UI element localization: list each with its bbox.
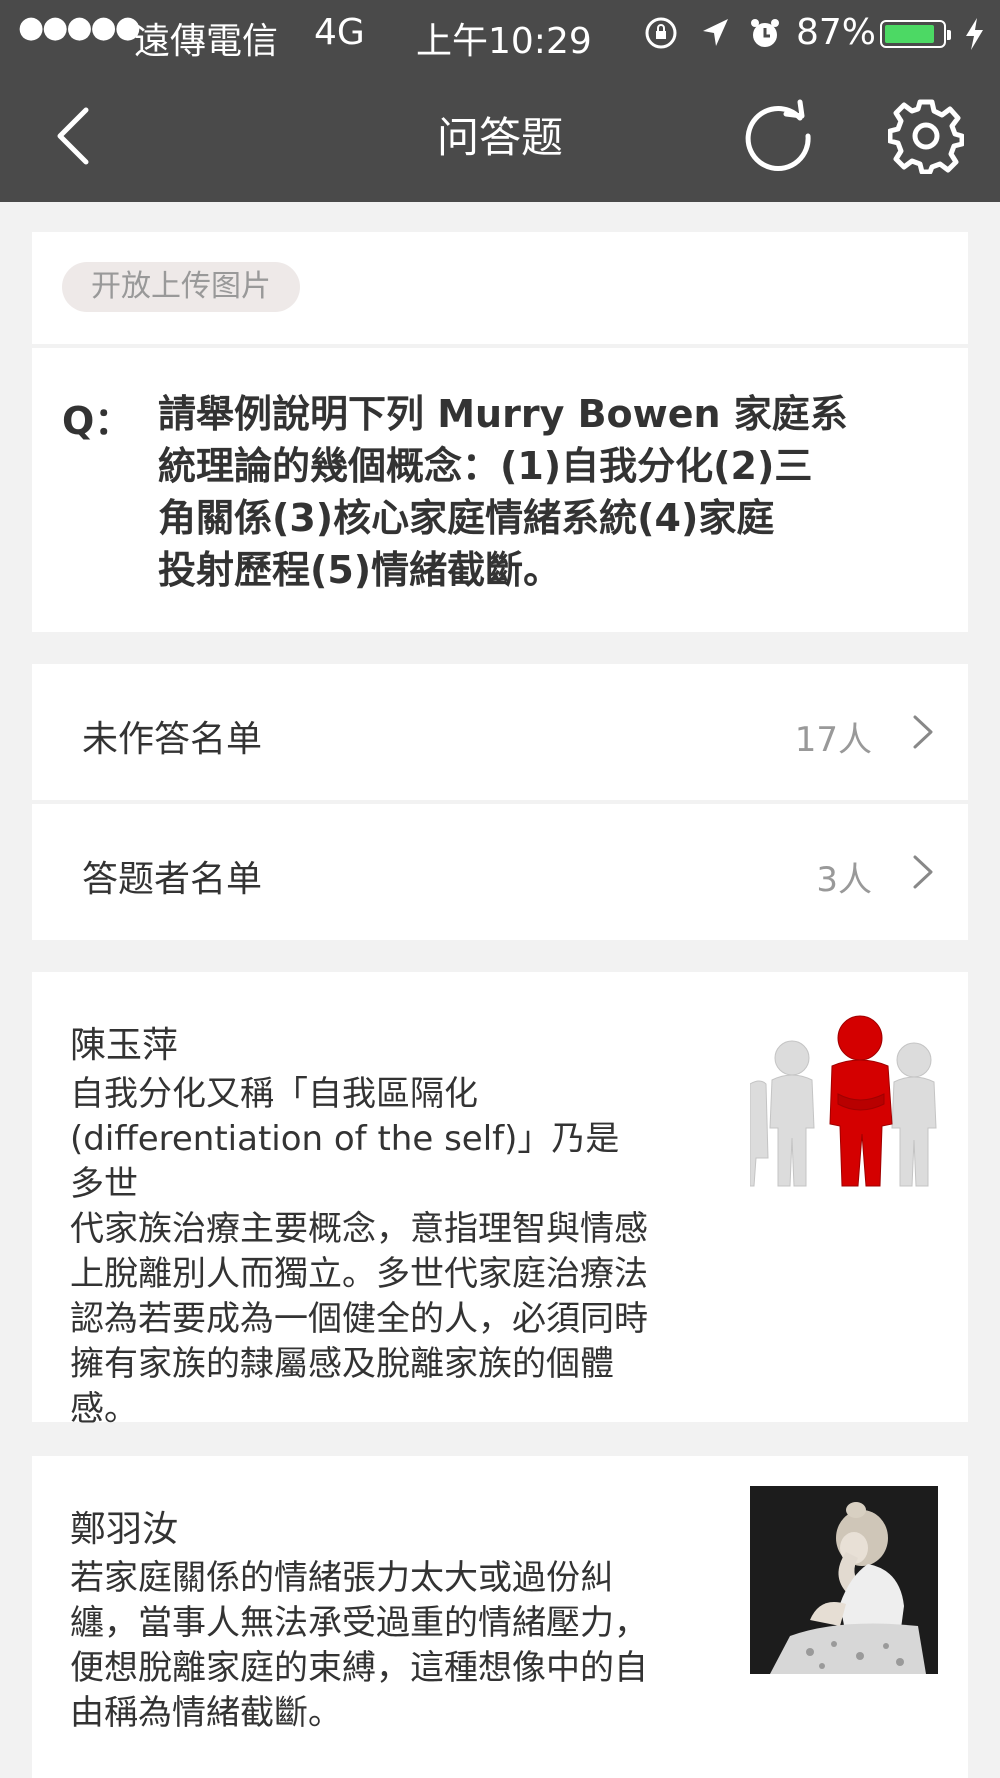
answer-line: 感。 <box>70 1389 138 1429</box>
chevron-right-icon <box>913 715 933 749</box>
answer-line: 便想脫離家庭的束縛，這種想像中的自 <box>70 1648 648 1688</box>
row-label: 答题者名单 <box>82 859 263 900</box>
answer-line: 擁有家族的隸屬感及脫離家族的個體 <box>70 1344 614 1384</box>
answer-card[interactable]: 鄭羽汝 若家庭關係的情緒張力太大或過份糾 纏，當事人無法承受過重的情緒壓力， 便… <box>32 1456 968 1778</box>
woman-photo-image <box>750 1486 938 1674</box>
unanswered-list-row[interactable]: 未作答名单 17人 <box>32 664 968 800</box>
upload-tag-card: 开放上传图片 <box>32 232 968 344</box>
network-type: 4G <box>314 12 365 53</box>
refresh-icon <box>745 99 811 172</box>
answer-line: 上脫離別人而獨立。多世代家庭治療法 <box>70 1254 648 1294</box>
question-card: Q： 請舉例說明下列 Murry Bowen 家庭系 統理論的幾個概念：(1)自… <box>32 348 968 632</box>
answer-author: 鄭羽汝 <box>70 1509 179 1550</box>
settings-button[interactable] <box>887 98 965 178</box>
row-label: 未作答名单 <box>82 719 263 760</box>
status-bar: ●●●●● 遠傳電信 4G 上午10:29 87% <box>0 0 1000 70</box>
answer-line: 代家族治療主要概念，意指理智與情感 <box>70 1209 648 1249</box>
charging-bolt-icon <box>962 16 986 61</box>
red-figure-image <box>749 1008 938 1196</box>
question-line: 角關係(3)核心家庭情緒系統(4)家庭 <box>158 496 775 540</box>
answer-author: 陳玉萍 <box>70 1025 179 1066</box>
answer-text: 自我分化又稱「自我區隔化 (differentiation of the sel… <box>70 1072 650 1432</box>
gear-icon <box>887 99 965 175</box>
page-title: 问答题 <box>436 113 563 162</box>
alarm-icon <box>748 16 782 59</box>
row-count: 3人 <box>816 860 872 900</box>
chevron-right-icon <box>913 855 933 889</box>
answer-image[interactable] <box>749 1008 938 1196</box>
answer-line: 纏，當事人無法承受過重的情緒壓力， <box>70 1603 648 1643</box>
nav-bar: 问答题 <box>0 70 1000 202</box>
battery-fill <box>885 25 934 43</box>
signal-strength: ●●●●● <box>18 10 141 45</box>
answer-image[interactable] <box>750 1486 938 1674</box>
upload-permission-tag: 开放上传图片 <box>62 262 300 312</box>
question-line: 統理論的幾個概念：(1)自我分化(2)三 <box>158 444 813 488</box>
row-count: 17人 <box>794 720 872 760</box>
question-line: 投射歷程(5)情緒截斷。 <box>158 548 562 592</box>
battery-percent: 87% <box>796 12 877 53</box>
answer-line: (differentiation of the self)」乃是多世 <box>70 1119 620 1204</box>
question-line: 請舉例說明下列 Murry Bowen 家庭系 <box>158 392 848 436</box>
orientation-lock-icon <box>644 16 678 59</box>
answer-line: 自我分化又稱「自我區隔化 <box>70 1074 478 1114</box>
question-text: 請舉例說明下列 Murry Bowen 家庭系 統理論的幾個概念：(1)自我分化… <box>158 388 928 596</box>
answer-line: 若家庭關係的情緒張力太大或過份糾 <box>70 1558 614 1598</box>
status-time: 上午10:29 <box>416 21 592 62</box>
answer-line: 認為若要成為一個健全的人，必須同時 <box>70 1299 648 1339</box>
answer-text: 若家庭關係的情緒張力太大或過份糾 纏，當事人無法承受過重的情緒壓力， 便想脫離家… <box>70 1556 650 1736</box>
question-prefix: Q： <box>62 399 133 443</box>
answer-card[interactable]: 陳玉萍 自我分化又稱「自我區隔化 (differentiation of the… <box>32 972 968 1429</box>
refresh-button[interactable] <box>742 98 818 178</box>
carrier-name: 遠傳電信 <box>134 21 279 62</box>
answer-line: 由稱為情緒截斷。 <box>70 1693 342 1733</box>
respondents-list-row[interactable]: 答题者名单 3人 <box>32 804 968 940</box>
battery-icon <box>880 20 951 48</box>
location-arrow-icon <box>700 16 730 59</box>
